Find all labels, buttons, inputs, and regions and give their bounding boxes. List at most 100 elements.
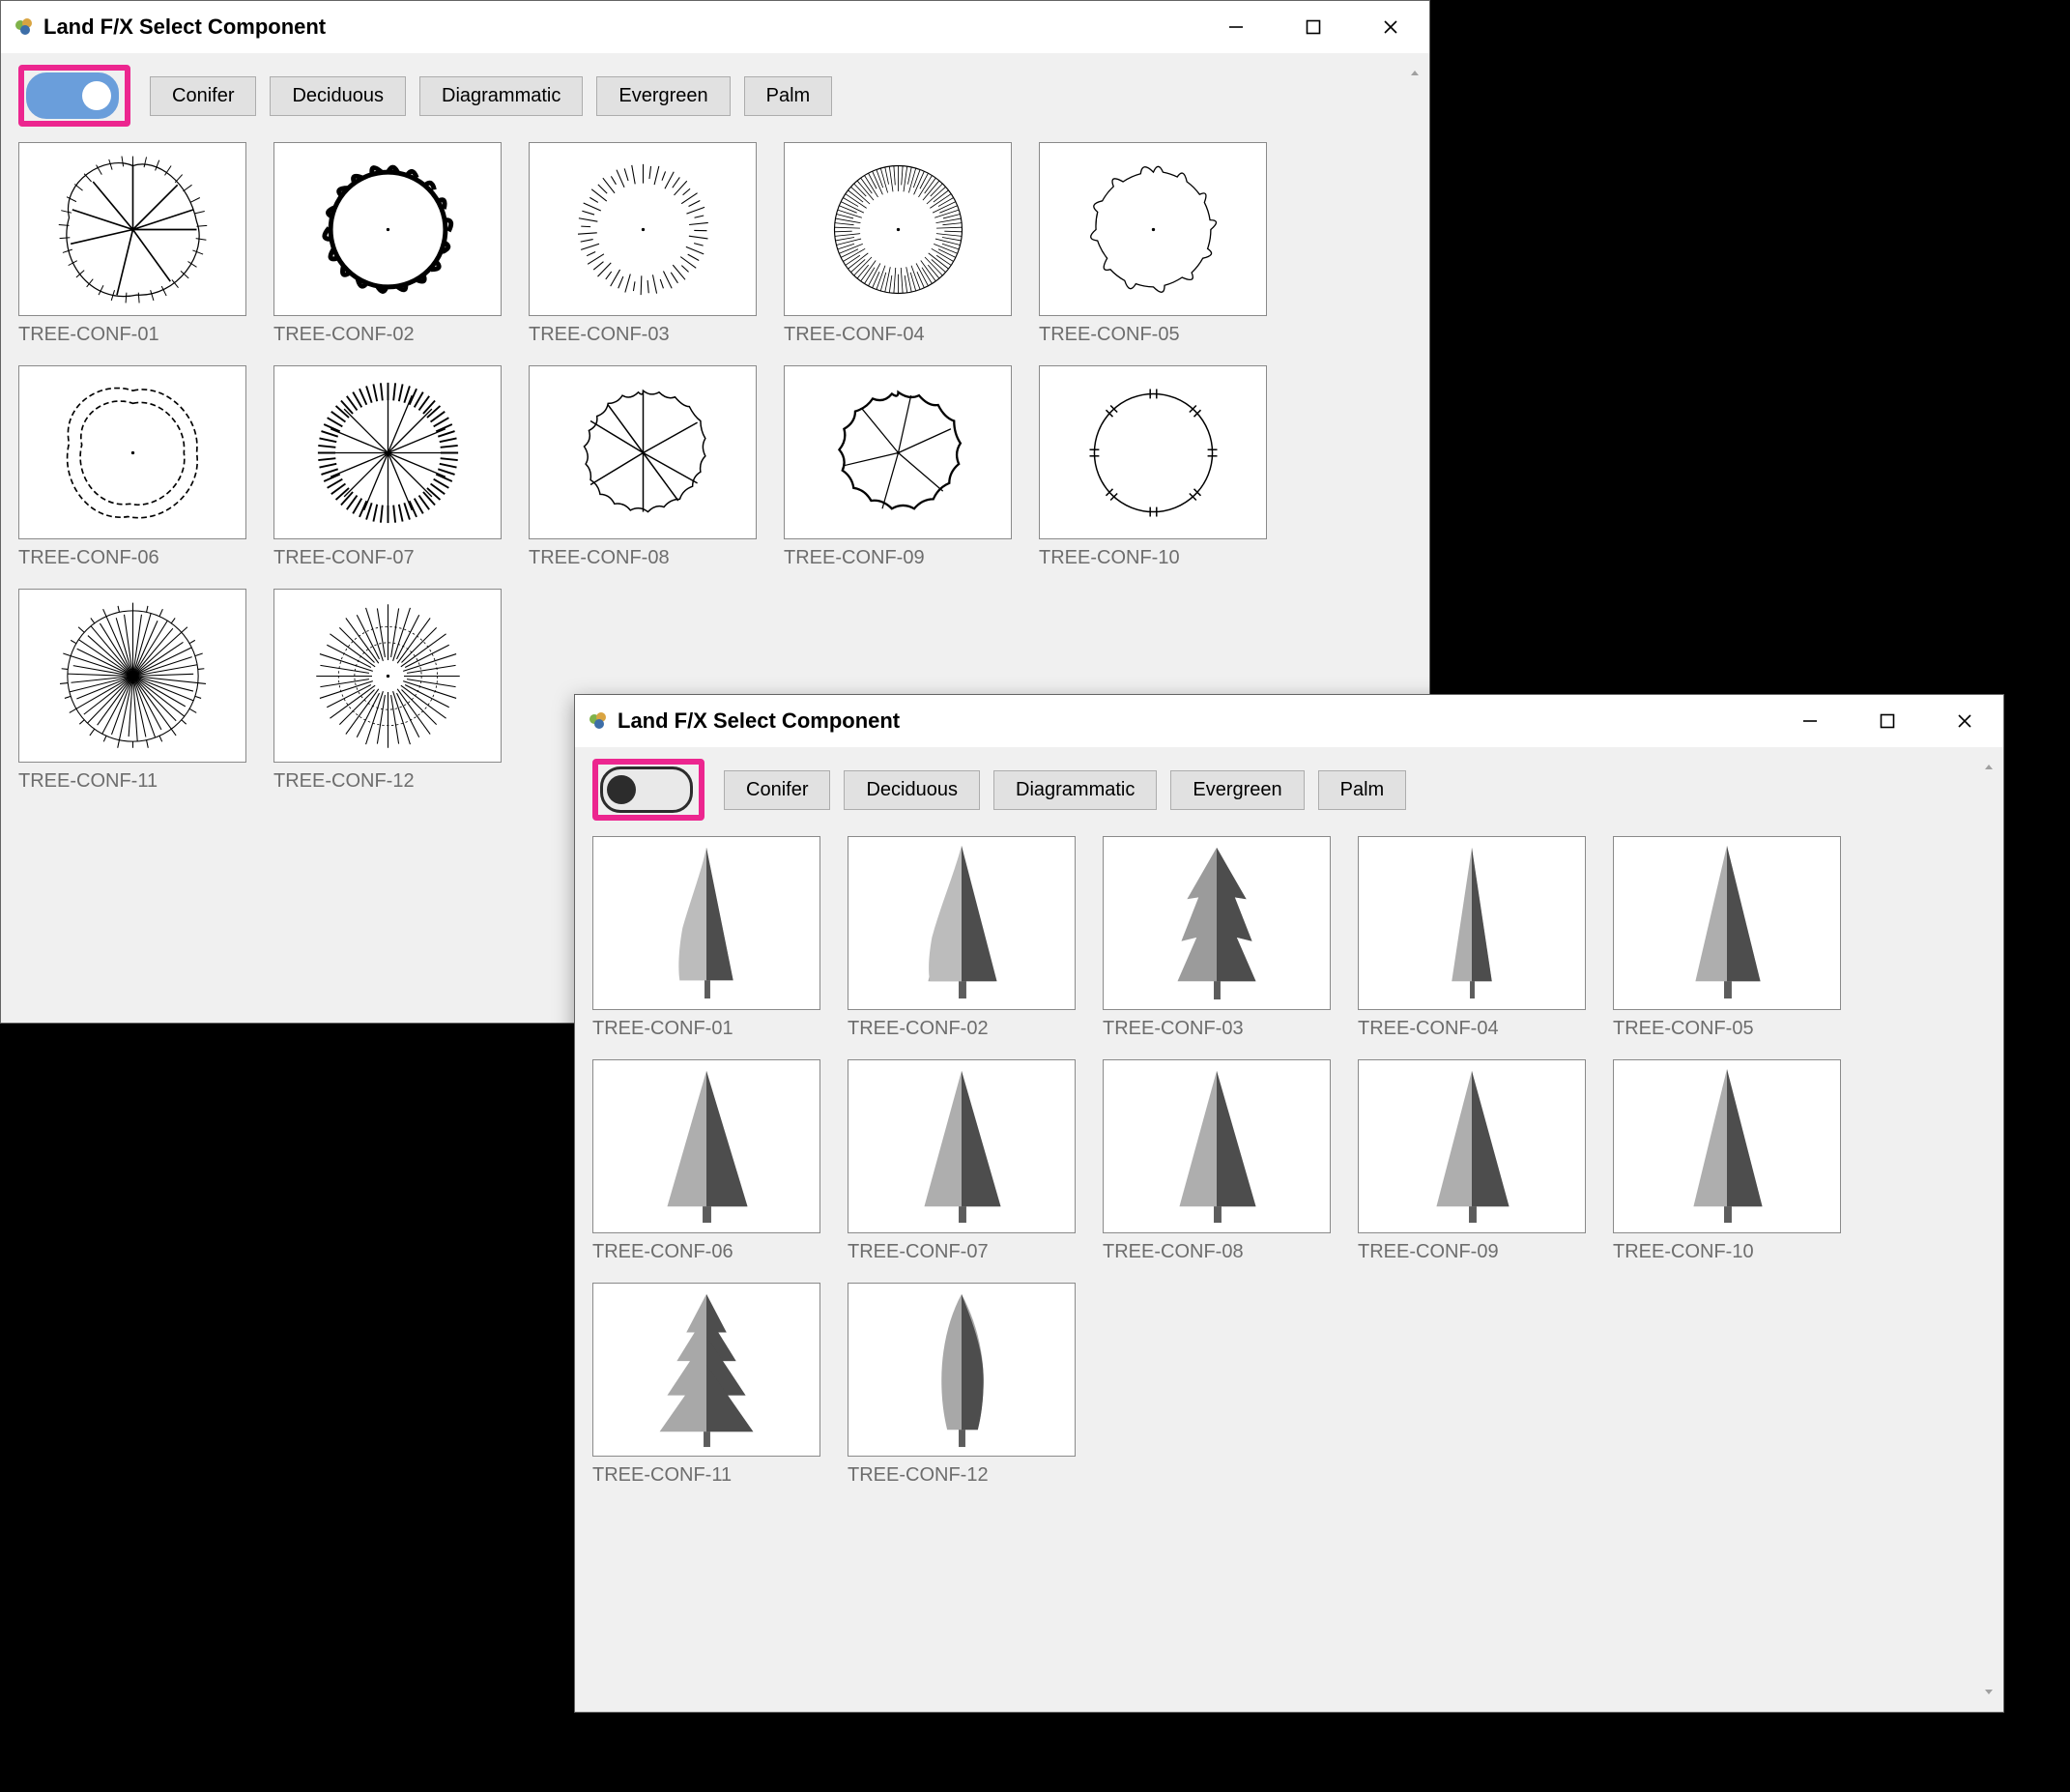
scroll-down-icon xyxy=(1982,1685,1996,1698)
category-evergreen[interactable]: Evergreen xyxy=(596,76,730,116)
thumb-cell[interactable]: TREE-CONF-02 xyxy=(273,142,502,346)
thumb-image xyxy=(848,1283,1076,1457)
titlebar[interactable]: Land F/X Select Component xyxy=(575,695,2003,747)
titlebar[interactable]: Land F/X Select Component xyxy=(1,1,1429,53)
thumb-image xyxy=(1039,365,1267,539)
minimize-button[interactable] xyxy=(1197,1,1275,53)
thumb-cell[interactable]: TREE-CONF-11 xyxy=(18,589,246,793)
thumb-image xyxy=(784,142,1012,316)
thumb-cell[interactable]: TREE-CONF-03 xyxy=(1103,836,1331,1040)
thumb-label: TREE-CONF-09 xyxy=(1358,1241,1586,1263)
category-palm[interactable]: Palm xyxy=(1318,770,1407,810)
thumb-label: TREE-CONF-12 xyxy=(848,1464,1076,1487)
thumb-cell[interactable]: TREE-CONF-01 xyxy=(18,142,246,346)
thumb-cell[interactable]: TREE-CONF-09 xyxy=(784,365,1012,569)
thumb-image xyxy=(18,365,246,539)
thumb-image xyxy=(1358,1059,1586,1233)
thumb-image xyxy=(273,365,502,539)
thumb-label: TREE-CONF-06 xyxy=(18,547,246,569)
thumb-cell[interactable]: TREE-CONF-12 xyxy=(273,589,502,793)
thumb-image xyxy=(273,142,502,316)
thumb-label: TREE-CONF-12 xyxy=(273,770,502,793)
thumb-image xyxy=(1039,142,1267,316)
category-diagrammatic[interactable]: Diagrammatic xyxy=(419,76,583,116)
thumb-image xyxy=(1358,836,1586,1010)
view-mode-toggle[interactable] xyxy=(26,72,119,119)
thumb-label: TREE-CONF-02 xyxy=(273,324,502,346)
scrollbar[interactable] xyxy=(1974,747,2003,1712)
view-toggle-highlight xyxy=(592,759,704,821)
thumb-cell[interactable]: TREE-CONF-04 xyxy=(1358,836,1586,1040)
app-icon xyxy=(14,17,34,37)
view-toggle-highlight xyxy=(18,65,130,127)
thumb-label: TREE-CONF-06 xyxy=(592,1241,820,1263)
maximize-button[interactable] xyxy=(1275,1,1352,53)
app-icon xyxy=(589,711,608,731)
thumb-image xyxy=(592,1283,820,1457)
thumb-cell[interactable]: TREE-CONF-09 xyxy=(1358,1059,1586,1263)
thumb-image xyxy=(1613,836,1841,1010)
thumb-cell[interactable]: TREE-CONF-05 xyxy=(1039,142,1267,346)
thumb-label: TREE-CONF-04 xyxy=(1358,1018,1586,1040)
thumb-label: TREE-CONF-03 xyxy=(1103,1018,1331,1040)
thumb-image xyxy=(18,589,246,763)
thumb-label: TREE-CONF-08 xyxy=(529,547,757,569)
thumb-image xyxy=(848,836,1076,1010)
category-evergreen[interactable]: Evergreen xyxy=(1170,770,1304,810)
thumb-label: TREE-CONF-08 xyxy=(1103,1241,1331,1263)
thumb-image xyxy=(592,836,820,1010)
thumb-label: TREE-CONF-10 xyxy=(1039,547,1267,569)
thumb-cell[interactable]: TREE-CONF-10 xyxy=(1613,1059,1841,1263)
category-deciduous[interactable]: Deciduous xyxy=(844,770,980,810)
thumb-label: TREE-CONF-01 xyxy=(592,1018,820,1040)
scroll-up-icon xyxy=(1408,67,1422,80)
thumb-image xyxy=(529,142,757,316)
category-palm[interactable]: Palm xyxy=(744,76,833,116)
thumb-cell[interactable]: TREE-CONF-06 xyxy=(18,365,246,569)
thumb-cell[interactable]: TREE-CONF-08 xyxy=(1103,1059,1331,1263)
thumb-cell[interactable]: TREE-CONF-07 xyxy=(848,1059,1076,1263)
category-row: Conifer Deciduous Diagrammatic Evergreen… xyxy=(18,65,1385,127)
thumb-cell[interactable]: TREE-CONF-10 xyxy=(1039,365,1267,569)
thumb-image xyxy=(18,142,246,316)
window-elevation-view: Land F/X Select Component Conifer Decidu… xyxy=(574,694,2004,1713)
window-title: Land F/X Select Component xyxy=(43,14,326,40)
close-button[interactable] xyxy=(1352,1,1429,53)
close-button[interactable] xyxy=(1926,695,2003,747)
thumb-cell[interactable]: TREE-CONF-07 xyxy=(273,365,502,569)
window-title: Land F/X Select Component xyxy=(618,708,900,734)
thumb-label: TREE-CONF-09 xyxy=(784,547,1012,569)
category-row: Conifer Deciduous Diagrammatic Evergreen… xyxy=(592,759,1959,821)
thumb-label: TREE-CONF-10 xyxy=(1613,1241,1841,1263)
thumb-label: TREE-CONF-02 xyxy=(848,1018,1076,1040)
category-deciduous[interactable]: Deciduous xyxy=(270,76,406,116)
category-diagrammatic[interactable]: Diagrammatic xyxy=(993,770,1157,810)
thumb-label: TREE-CONF-05 xyxy=(1039,324,1267,346)
thumb-cell[interactable]: TREE-CONF-05 xyxy=(1613,836,1841,1040)
thumb-image xyxy=(784,365,1012,539)
thumb-label: TREE-CONF-07 xyxy=(273,547,502,569)
thumb-cell[interactable]: TREE-CONF-08 xyxy=(529,365,757,569)
thumb-cell[interactable]: TREE-CONF-06 xyxy=(592,1059,820,1263)
thumb-cell[interactable]: TREE-CONF-03 xyxy=(529,142,757,346)
thumb-label: TREE-CONF-04 xyxy=(784,324,1012,346)
thumb-label: TREE-CONF-11 xyxy=(18,770,246,793)
category-conifer[interactable]: Conifer xyxy=(150,76,256,116)
thumb-image xyxy=(1103,1059,1331,1233)
thumb-image xyxy=(1613,1059,1841,1233)
category-conifer[interactable]: Conifer xyxy=(724,770,830,810)
maximize-button[interactable] xyxy=(1849,695,1926,747)
thumb-cell[interactable]: TREE-CONF-12 xyxy=(848,1283,1076,1487)
thumbnail-grid: TREE-CONF-01 TREE-CONF-02 xyxy=(592,836,1959,1487)
thumb-image xyxy=(848,1059,1076,1233)
thumb-cell[interactable]: TREE-CONF-04 xyxy=(784,142,1012,346)
thumb-image xyxy=(529,365,757,539)
thumb-cell[interactable]: TREE-CONF-01 xyxy=(592,836,820,1040)
thumb-cell[interactable]: TREE-CONF-02 xyxy=(848,836,1076,1040)
thumb-label: TREE-CONF-03 xyxy=(529,324,757,346)
view-mode-toggle[interactable] xyxy=(600,766,693,813)
thumb-label: TREE-CONF-07 xyxy=(848,1241,1076,1263)
thumb-label: TREE-CONF-05 xyxy=(1613,1018,1841,1040)
minimize-button[interactable] xyxy=(1771,695,1849,747)
thumb-cell[interactable]: TREE-CONF-11 xyxy=(592,1283,820,1487)
